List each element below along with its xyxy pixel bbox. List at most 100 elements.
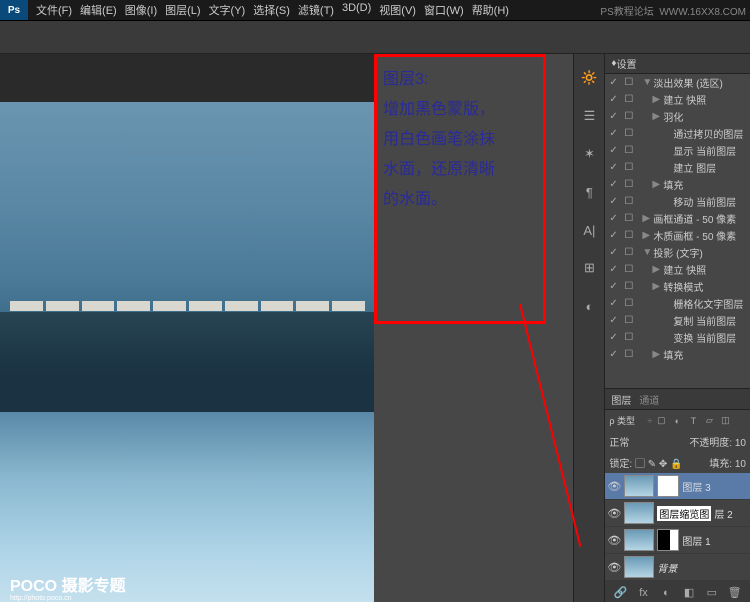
action-toggle-icon[interactable]: ✓ [609, 179, 621, 190]
visibility-icon[interactable]: 👁 [607, 561, 621, 574]
fx-icon[interactable]: fx [637, 586, 651, 600]
disclosure-icon[interactable]: ▼ [642, 77, 650, 88]
menu-type[interactable]: 文字(Y) [209, 2, 246, 18]
menu-edit[interactable]: 编辑(E) [80, 2, 117, 18]
new-layer-icon[interactable]: ▭ [705, 586, 719, 600]
tab-layers[interactable]: 图层 [611, 392, 631, 407]
action-dialog-icon[interactable]: ☐ [624, 128, 636, 139]
layer-name[interactable]: 图层 3 [682, 479, 710, 494]
layer-thumb[interactable] [624, 502, 654, 524]
action-dialog-icon[interactable]: ☐ [624, 315, 636, 326]
layer-row[interactable]: 👁 图层 3 [605, 473, 750, 500]
layer-name[interactable]: 层 2 [714, 506, 732, 521]
action-item[interactable]: ✓☐显示 当前图层 [605, 142, 750, 159]
canvas-area[interactable]: POCO 摄影专题 http://photo.poco.cn [0, 54, 374, 602]
filter-pixel-icon[interactable]: ▢ [654, 414, 668, 428]
filter-smart-icon[interactable]: ◫ [718, 414, 732, 428]
menu-window[interactable]: 窗口(W) [424, 2, 464, 18]
disclosure-icon[interactable]: ▶ [652, 349, 660, 360]
action-item[interactable]: ✓☐复制 当前图层 [605, 312, 750, 329]
action-item[interactable]: ✓☐建立 图层 [605, 159, 750, 176]
link-icon[interactable]: 🔗 [614, 586, 628, 600]
disclosure-icon[interactable]: ▼ [642, 247, 650, 258]
action-dialog-icon[interactable]: ☐ [624, 94, 636, 105]
visibility-icon[interactable]: 👁 [607, 534, 621, 547]
layer-mask[interactable] [657, 475, 679, 497]
visibility-icon[interactable]: 👁 [607, 507, 621, 520]
layer-name[interactable]: 图层 1 [682, 533, 710, 548]
panel-icon[interactable]: A| [580, 221, 598, 239]
action-item[interactable]: ✓☐▶填充 [605, 176, 750, 193]
fill-value[interactable]: 10 [735, 459, 746, 470]
action-item[interactable]: ✓☐▶建立 快照 [605, 261, 750, 278]
disclosure-icon[interactable]: ▶ [652, 281, 660, 292]
action-toggle-icon[interactable]: ✓ [609, 111, 621, 122]
panel-icon[interactable]: ✶ [580, 145, 598, 163]
layer-row[interactable]: 👁 图层 1 [605, 527, 750, 554]
action-dialog-icon[interactable]: ☐ [624, 230, 636, 241]
layer-thumb[interactable] [624, 529, 654, 551]
disclosure-icon[interactable]: ▶ [652, 111, 660, 122]
action-item[interactable]: ✓☐通过拷贝的图层 [605, 125, 750, 142]
panel-icon[interactable]: ⊞ [580, 259, 598, 277]
action-toggle-icon[interactable]: ✓ [609, 77, 621, 88]
action-toggle-icon[interactable]: ✓ [609, 230, 621, 241]
disclosure-icon[interactable]: ▶ [652, 179, 660, 190]
tab-channels[interactable]: 通道 [639, 392, 659, 407]
action-toggle-icon[interactable]: ✓ [609, 213, 621, 224]
actions-header[interactable]: ♦ 设置 [605, 54, 750, 74]
adjustment-icon[interactable]: ◧ [682, 586, 696, 600]
panel-icon[interactable]: ☰ [580, 107, 598, 125]
action-dialog-icon[interactable]: ☐ [624, 332, 636, 343]
action-toggle-icon[interactable]: ✓ [609, 94, 621, 105]
action-dialog-icon[interactable]: ☐ [624, 213, 636, 224]
action-item[interactable]: ✓☐▼淡出效果 (选区) [605, 74, 750, 91]
action-dialog-icon[interactable]: ☐ [624, 264, 636, 275]
mask-icon[interactable]: ◐ [659, 586, 673, 600]
action-toggle-icon[interactable]: ✓ [609, 349, 621, 360]
layer-mask[interactable] [657, 529, 679, 551]
action-toggle-icon[interactable]: ✓ [609, 128, 621, 139]
action-dialog-icon[interactable]: ☐ [624, 77, 636, 88]
action-item[interactable]: ✓☐▶画框通道 - 50 像素 [605, 210, 750, 227]
action-item[interactable]: ✓☐栅格化文字图层 [605, 295, 750, 312]
menu-image[interactable]: 图像(I) [125, 2, 157, 18]
panel-icon[interactable]: ◐ [580, 297, 598, 315]
menu-layer[interactable]: 图层(L) [165, 2, 200, 18]
action-dialog-icon[interactable]: ☐ [624, 196, 636, 207]
action-dialog-icon[interactable]: ☐ [624, 298, 636, 309]
action-toggle-icon[interactable]: ✓ [609, 298, 621, 309]
disclosure-icon[interactable]: ▶ [652, 264, 660, 275]
action-toggle-icon[interactable]: ✓ [609, 247, 621, 258]
panel-icon[interactable]: ¶ [580, 183, 598, 201]
action-toggle-icon[interactable]: ✓ [609, 196, 621, 207]
action-toggle-icon[interactable]: ✓ [609, 264, 621, 275]
action-item[interactable]: ✓☐移动 当前图层 [605, 193, 750, 210]
menu-help[interactable]: 帮助(H) [472, 2, 509, 18]
disclosure-icon[interactable]: ▶ [642, 230, 650, 241]
action-item[interactable]: ✓☐▶木质画框 - 50 像素 [605, 227, 750, 244]
action-item[interactable]: ✓☐▶转换模式 [605, 278, 750, 295]
action-item[interactable]: ✓☐▼投影 (文字) [605, 244, 750, 261]
layer-name[interactable]: 背景 [657, 560, 677, 575]
action-dialog-icon[interactable]: ☐ [624, 281, 636, 292]
layer-thumb[interactable] [624, 475, 654, 497]
layer-row[interactable]: 👁 图层缩览图层 2 [605, 500, 750, 527]
panel-icon[interactable]: 🔆 [580, 69, 598, 87]
action-dialog-icon[interactable]: ☐ [624, 179, 636, 190]
action-dialog-icon[interactable]: ☐ [624, 162, 636, 173]
action-item[interactable]: ✓☐▶填充 [605, 346, 750, 363]
filter-shape-icon[interactable]: ▱ [702, 414, 716, 428]
action-item[interactable]: ✓☐▶建立 快照 [605, 91, 750, 108]
action-item[interactable]: ✓☐▶羽化 [605, 108, 750, 125]
disclosure-icon[interactable]: ▶ [652, 94, 660, 105]
visibility-icon[interactable]: 👁 [607, 480, 621, 493]
filter-type-icon[interactable]: T [686, 414, 700, 428]
action-toggle-icon[interactable]: ✓ [609, 145, 621, 156]
menu-view[interactable]: 视图(V) [379, 2, 416, 18]
layer-thumb[interactable] [624, 556, 654, 578]
blend-mode[interactable]: 正常 [609, 434, 629, 449]
action-toggle-icon[interactable]: ✓ [609, 162, 621, 173]
disclosure-icon[interactable]: ▶ [642, 213, 650, 224]
opacity-value[interactable]: 10 [735, 438, 746, 449]
